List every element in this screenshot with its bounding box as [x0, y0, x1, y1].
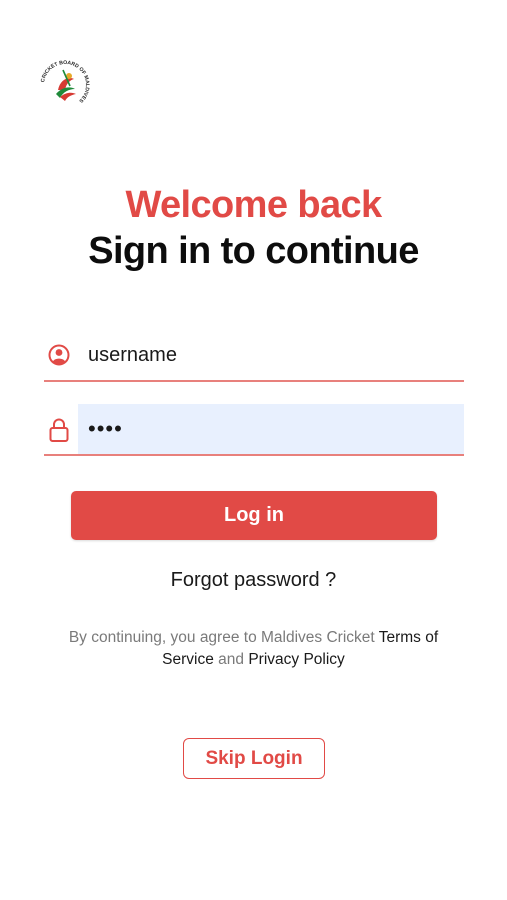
- terms-and: and: [213, 651, 249, 668]
- user-circle-icon: [48, 343, 70, 367]
- password-field: [44, 404, 464, 456]
- lock-icon: [48, 417, 70, 442]
- forgot-password-link[interactable]: Forgot password ?: [0, 569, 507, 592]
- password-input[interactable]: [78, 404, 464, 454]
- terms-prefix: By continuing, you agree to Maldives Cri…: [68, 629, 379, 646]
- cricket-board-logo: CRICKET BOARD OF MALDIVES: [36, 56, 94, 114]
- skip-login-button[interactable]: Skip Login: [183, 738, 325, 779]
- welcome-title: Welcome back: [125, 184, 382, 226]
- username-input[interactable]: [78, 330, 464, 380]
- header: Welcome back Sign in to continue: [0, 182, 507, 274]
- username-field: [44, 330, 464, 382]
- signin-subtitle: Sign in to continue: [88, 230, 419, 272]
- terms-text: By continuing, you agree to Maldives Cri…: [60, 627, 447, 671]
- login-button[interactable]: Log in: [71, 491, 437, 540]
- privacy-policy-link[interactable]: Privacy Policy: [248, 651, 344, 668]
